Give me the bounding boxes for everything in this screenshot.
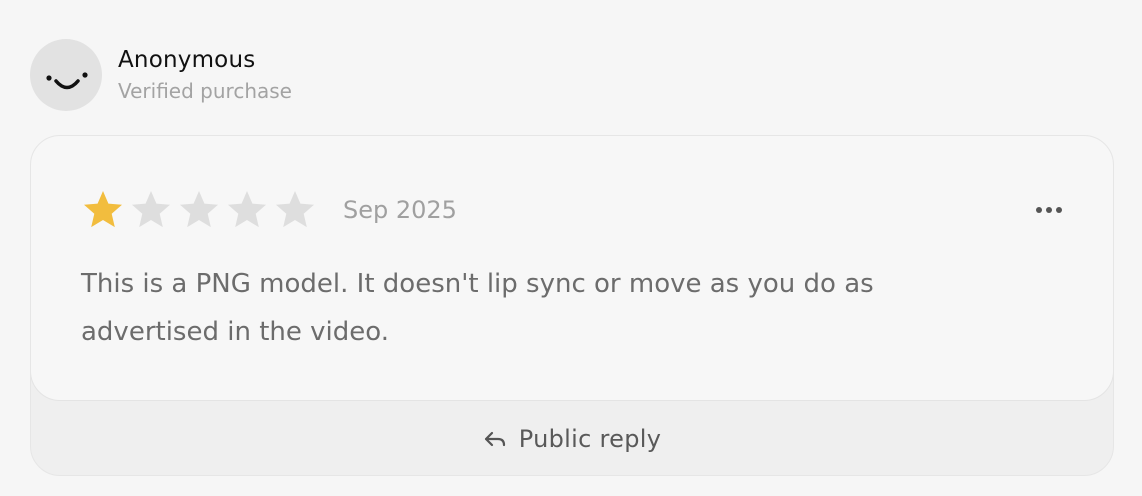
star-empty-icon (132, 191, 170, 228)
reviewer-header: Anonymous Verified purchase (30, 39, 292, 111)
smiley-face-icon (46, 72, 88, 90)
review-text: This is a PNG model. It doesn't lip sync… (81, 269, 874, 347)
public-reply-button[interactable]: Public reply (31, 402, 1113, 475)
review-content: Sep 2025 This is a PNG model. It doesn't… (31, 136, 1113, 401)
reviewer-info: Anonymous Verified purchase (118, 44, 292, 104)
more-options-button[interactable] (1031, 196, 1067, 224)
avatar (30, 39, 102, 111)
review-date: Sep 2025 (343, 196, 457, 224)
star-empty-icon (276, 191, 314, 228)
verified-purchase-label: Verified purchase (118, 79, 292, 103)
more-horizontal-icon (1036, 207, 1062, 213)
reviewer-name: Anonymous (118, 47, 256, 73)
star-rating (81, 188, 321, 232)
star-empty-icon (180, 191, 218, 228)
reply-arrow-icon (484, 431, 505, 447)
review-card: Sep 2025 This is a PNG model. It doesn't… (30, 135, 1114, 476)
star-empty-icon (228, 191, 266, 228)
rating-row: Sep 2025 (81, 188, 457, 232)
public-reply-label: Public reply (518, 425, 662, 453)
star-filled-icon (84, 191, 122, 228)
